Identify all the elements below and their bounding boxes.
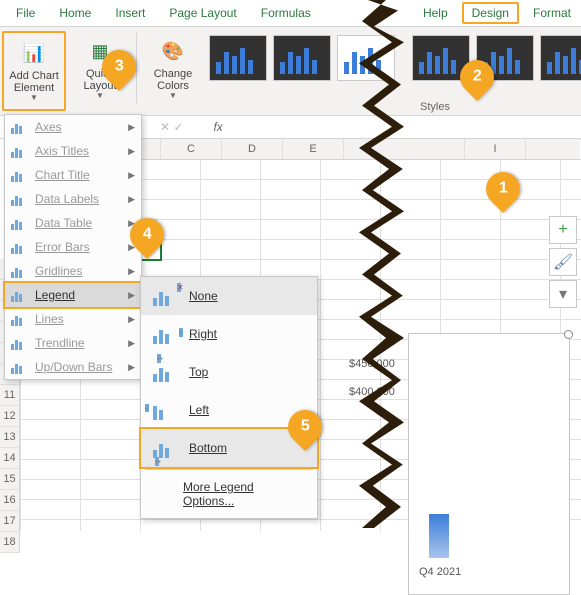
menu-separator: [145, 469, 313, 470]
trendline-icon: [11, 336, 27, 350]
row-17[interactable]: 17: [0, 511, 20, 532]
legend-left-icon: ▪: [153, 400, 175, 420]
legend-right[interactable]: ▪Right: [141, 315, 317, 353]
legend-icon: [11, 288, 27, 302]
chart-elements-plus-button[interactable]: +: [549, 216, 577, 244]
col-c[interactable]: C: [161, 139, 222, 159]
ribbon-body: 📊 Add Chart Element ▼ ▦ Quick Layout ▼ 🎨…: [0, 27, 581, 116]
tab-file[interactable]: File: [6, 2, 45, 24]
tab-page-layout[interactable]: Page Layout: [159, 2, 246, 24]
chart-styles-gallery[interactable]: [209, 35, 395, 81]
chevron-down-icon: ▼: [96, 92, 104, 101]
menu-data-table[interactable]: Data Table▶: [5, 211, 141, 235]
axes-icon: [11, 120, 27, 134]
row-14[interactable]: 14: [0, 448, 20, 469]
fx-label: fx: [213, 120, 222, 134]
chart-filter-button[interactable]: ▾: [549, 280, 577, 308]
chart-styles-brush-button[interactable]: 🖌: [549, 248, 577, 276]
row-12[interactable]: 12: [0, 406, 20, 427]
add-chart-element-button[interactable]: 📊 Add Chart Element ▼: [2, 31, 66, 111]
style-thumb-2[interactable]: [273, 35, 331, 81]
lines-icon: [11, 312, 27, 326]
tab-home[interactable]: Home: [49, 2, 101, 24]
style-thumb-3[interactable]: [337, 35, 395, 81]
style-thumb-1[interactable]: [209, 35, 267, 81]
styles-group-label: Styles: [420, 101, 450, 113]
row-16[interactable]: 16: [0, 490, 20, 511]
tab-insert[interactable]: Insert: [105, 2, 155, 24]
menu-chart-title[interactable]: Chart Title▶: [5, 163, 141, 187]
change-colors-button[interactable]: 🎨 Change Colors ▼: [143, 31, 203, 107]
change-colors-label: Change Colors: [143, 68, 203, 92]
legend-right-icon: ▪: [153, 324, 175, 344]
tab-design[interactable]: Design: [462, 2, 519, 24]
resize-handle[interactable]: [564, 330, 573, 339]
row-18[interactable]: 18: [0, 532, 20, 553]
menu-lines[interactable]: Lines▶: [5, 307, 141, 331]
chevron-down-icon: ▼: [169, 92, 177, 101]
menu-data-labels[interactable]: Data Labels▶: [5, 187, 141, 211]
menu-trendline[interactable]: Trendline▶: [5, 331, 141, 355]
chart-bar[interactable]: [429, 514, 449, 558]
more-legend-options[interactable]: More Legend Options...: [141, 472, 317, 518]
col-d[interactable]: D: [222, 139, 283, 159]
legend-submenu: ✕None ▪Right ▪▪Top ▪Left ▪▪Bottom More L…: [140, 276, 318, 519]
x-axis-label: Q4 2021: [419, 566, 461, 578]
tab-formulas[interactable]: Formulas: [251, 2, 321, 24]
row-15[interactable]: 15: [0, 469, 20, 490]
palette-icon: 🎨: [159, 38, 187, 66]
gridlines-icon: [11, 264, 27, 278]
chevron-down-icon: ▼: [30, 94, 38, 103]
chart-element-icon: 📊: [20, 40, 48, 68]
legend-none[interactable]: ✕None: [141, 277, 317, 315]
menu-axis-titles[interactable]: Axis Titles▶: [5, 139, 141, 163]
updown-bars-icon: [11, 360, 27, 374]
menu-gridlines[interactable]: Gridlines▶: [5, 259, 141, 283]
axis-titles-icon: [11, 144, 27, 158]
chart-styles-gallery-right[interactable]: [412, 35, 581, 81]
error-bars-icon: [11, 240, 27, 254]
col-e[interactable]: E: [283, 139, 344, 159]
add-chart-element-menu: Axes▶ Axis Titles▶ Chart Title▶ Data Lab…: [4, 114, 142, 380]
data-labels-icon: [11, 192, 27, 206]
add-chart-element-label: Add Chart Element: [4, 70, 64, 94]
legend-top[interactable]: ▪▪Top: [141, 353, 317, 391]
menu-legend[interactable]: Legend▶: [3, 281, 143, 309]
legend-none-icon: ✕: [153, 286, 175, 306]
tab-help[interactable]: Help: [413, 2, 458, 24]
data-table-icon: [11, 216, 27, 230]
row-13[interactable]: 13: [0, 427, 20, 448]
style-thumb-r3[interactable]: [540, 35, 581, 81]
menu-axes[interactable]: Axes▶: [5, 115, 141, 139]
menu-error-bars[interactable]: Error Bars▶: [5, 235, 141, 259]
embedded-chart[interactable]: $450,000 $400,000 Q4 2021: [408, 333, 570, 595]
menu-updown-bars[interactable]: Up/Down Bars▶: [5, 355, 141, 379]
col-i[interactable]: I: [465, 139, 526, 159]
chart-title-icon: [11, 168, 27, 182]
legend-bottom-icon: ▪▪: [153, 438, 175, 458]
legend-top-icon: ▪▪: [153, 362, 175, 382]
ribbon-tabs: File Home Insert Page Layout Formulas He…: [0, 0, 581, 27]
tab-format[interactable]: Format: [523, 2, 581, 24]
row-11[interactable]: 11: [0, 385, 20, 406]
